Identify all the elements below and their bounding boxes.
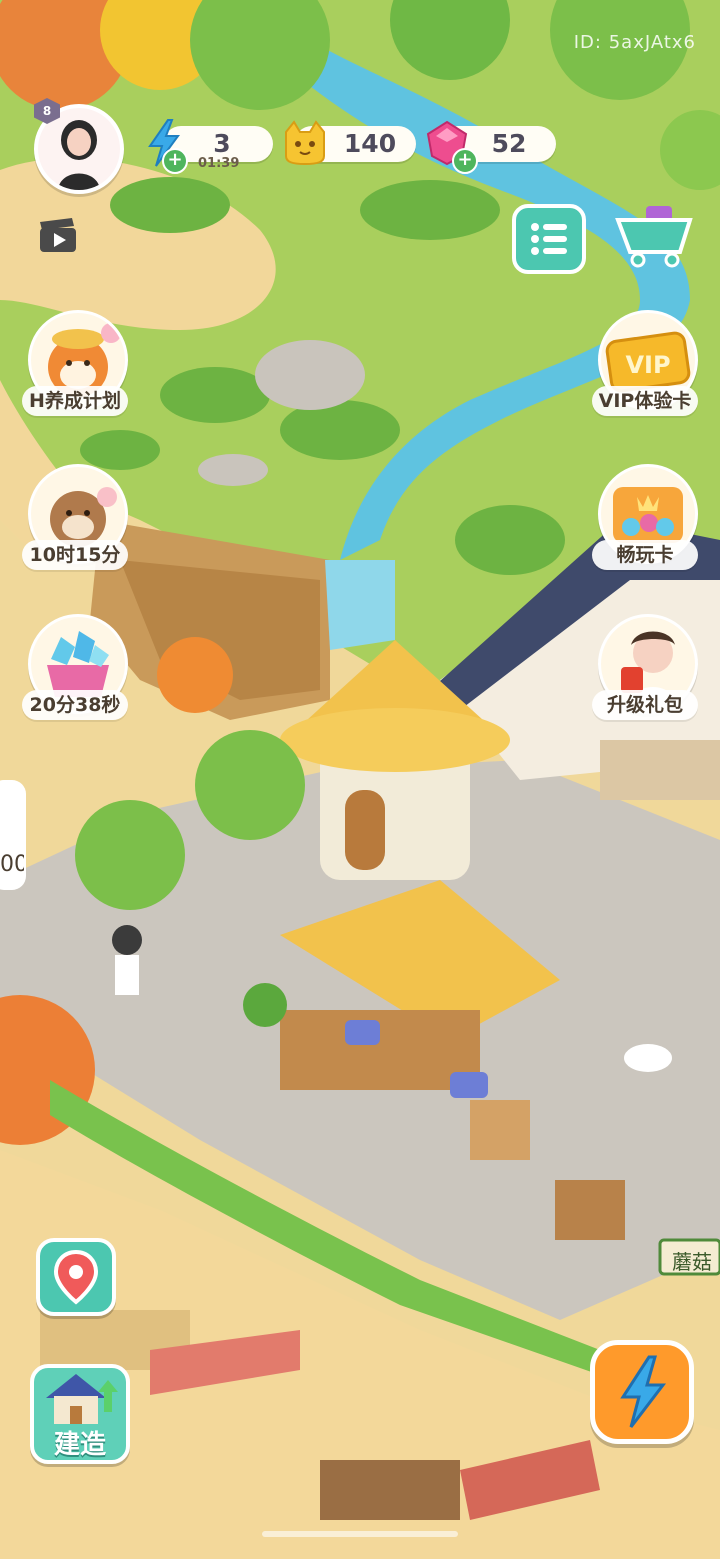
map-pin-icon bbox=[53, 1249, 99, 1305]
build-label: 建造 bbox=[53, 1430, 106, 1460]
gem-value: 52 bbox=[491, 129, 527, 158]
energy-add-button[interactable]: + bbox=[162, 148, 188, 174]
feature-play-card[interactable]: 畅玩卡 bbox=[592, 464, 702, 574]
feature-training-plan[interactable]: H养成计划 bbox=[22, 310, 132, 420]
gem-add-button[interactable]: + bbox=[452, 148, 478, 174]
coin-value: 140 bbox=[343, 129, 397, 158]
map-button[interactable] bbox=[36, 1238, 116, 1316]
feature-vip-card[interactable]: VIP VIP体验卡 bbox=[592, 310, 702, 420]
feature-label: VIP体验卡 bbox=[592, 386, 698, 416]
feature-label: 畅玩卡 bbox=[592, 540, 698, 570]
shop-cart-button[interactable] bbox=[612, 204, 698, 268]
feature-label: 升级礼包 bbox=[592, 690, 698, 720]
house-build-icon bbox=[46, 1374, 118, 1424]
feature-otter-timer[interactable]: 10时15分 bbox=[22, 464, 132, 574]
player-id-label: ID: 5axJAtx6 bbox=[573, 32, 696, 53]
energy-action-button[interactable] bbox=[590, 1340, 694, 1444]
feature-label: 20分38秒 bbox=[22, 690, 128, 720]
video-clapper-icon[interactable] bbox=[38, 216, 80, 254]
feature-upgrade-gift[interactable]: 升级礼包 bbox=[592, 614, 702, 724]
build-button[interactable]: 建造 bbox=[30, 1364, 130, 1464]
lightning-icon bbox=[620, 1355, 667, 1428]
feature-label: 10时15分 bbox=[22, 540, 128, 570]
feature-gem-basket[interactable]: 20分38秒 bbox=[22, 614, 132, 724]
cat-coin-icon bbox=[280, 118, 330, 168]
home-indicator bbox=[262, 1531, 458, 1537]
vip-badge-text: VIP bbox=[625, 351, 670, 379]
list-menu-icon bbox=[531, 223, 567, 255]
game-scene[interactable]: ID: 5axJAtx6 8 3 01:39 + 140 52 + H养成计划 … bbox=[0, 0, 720, 1559]
feature-label: H养成计划 bbox=[22, 386, 128, 416]
energy-timer: 01:39 bbox=[198, 156, 240, 171]
menu-button[interactable] bbox=[512, 204, 586, 274]
shopping-cart-icon bbox=[615, 206, 693, 268]
mushroom-sign: 蘑菇 bbox=[672, 1250, 712, 1274]
edge-counter: 00 bbox=[0, 852, 24, 877]
